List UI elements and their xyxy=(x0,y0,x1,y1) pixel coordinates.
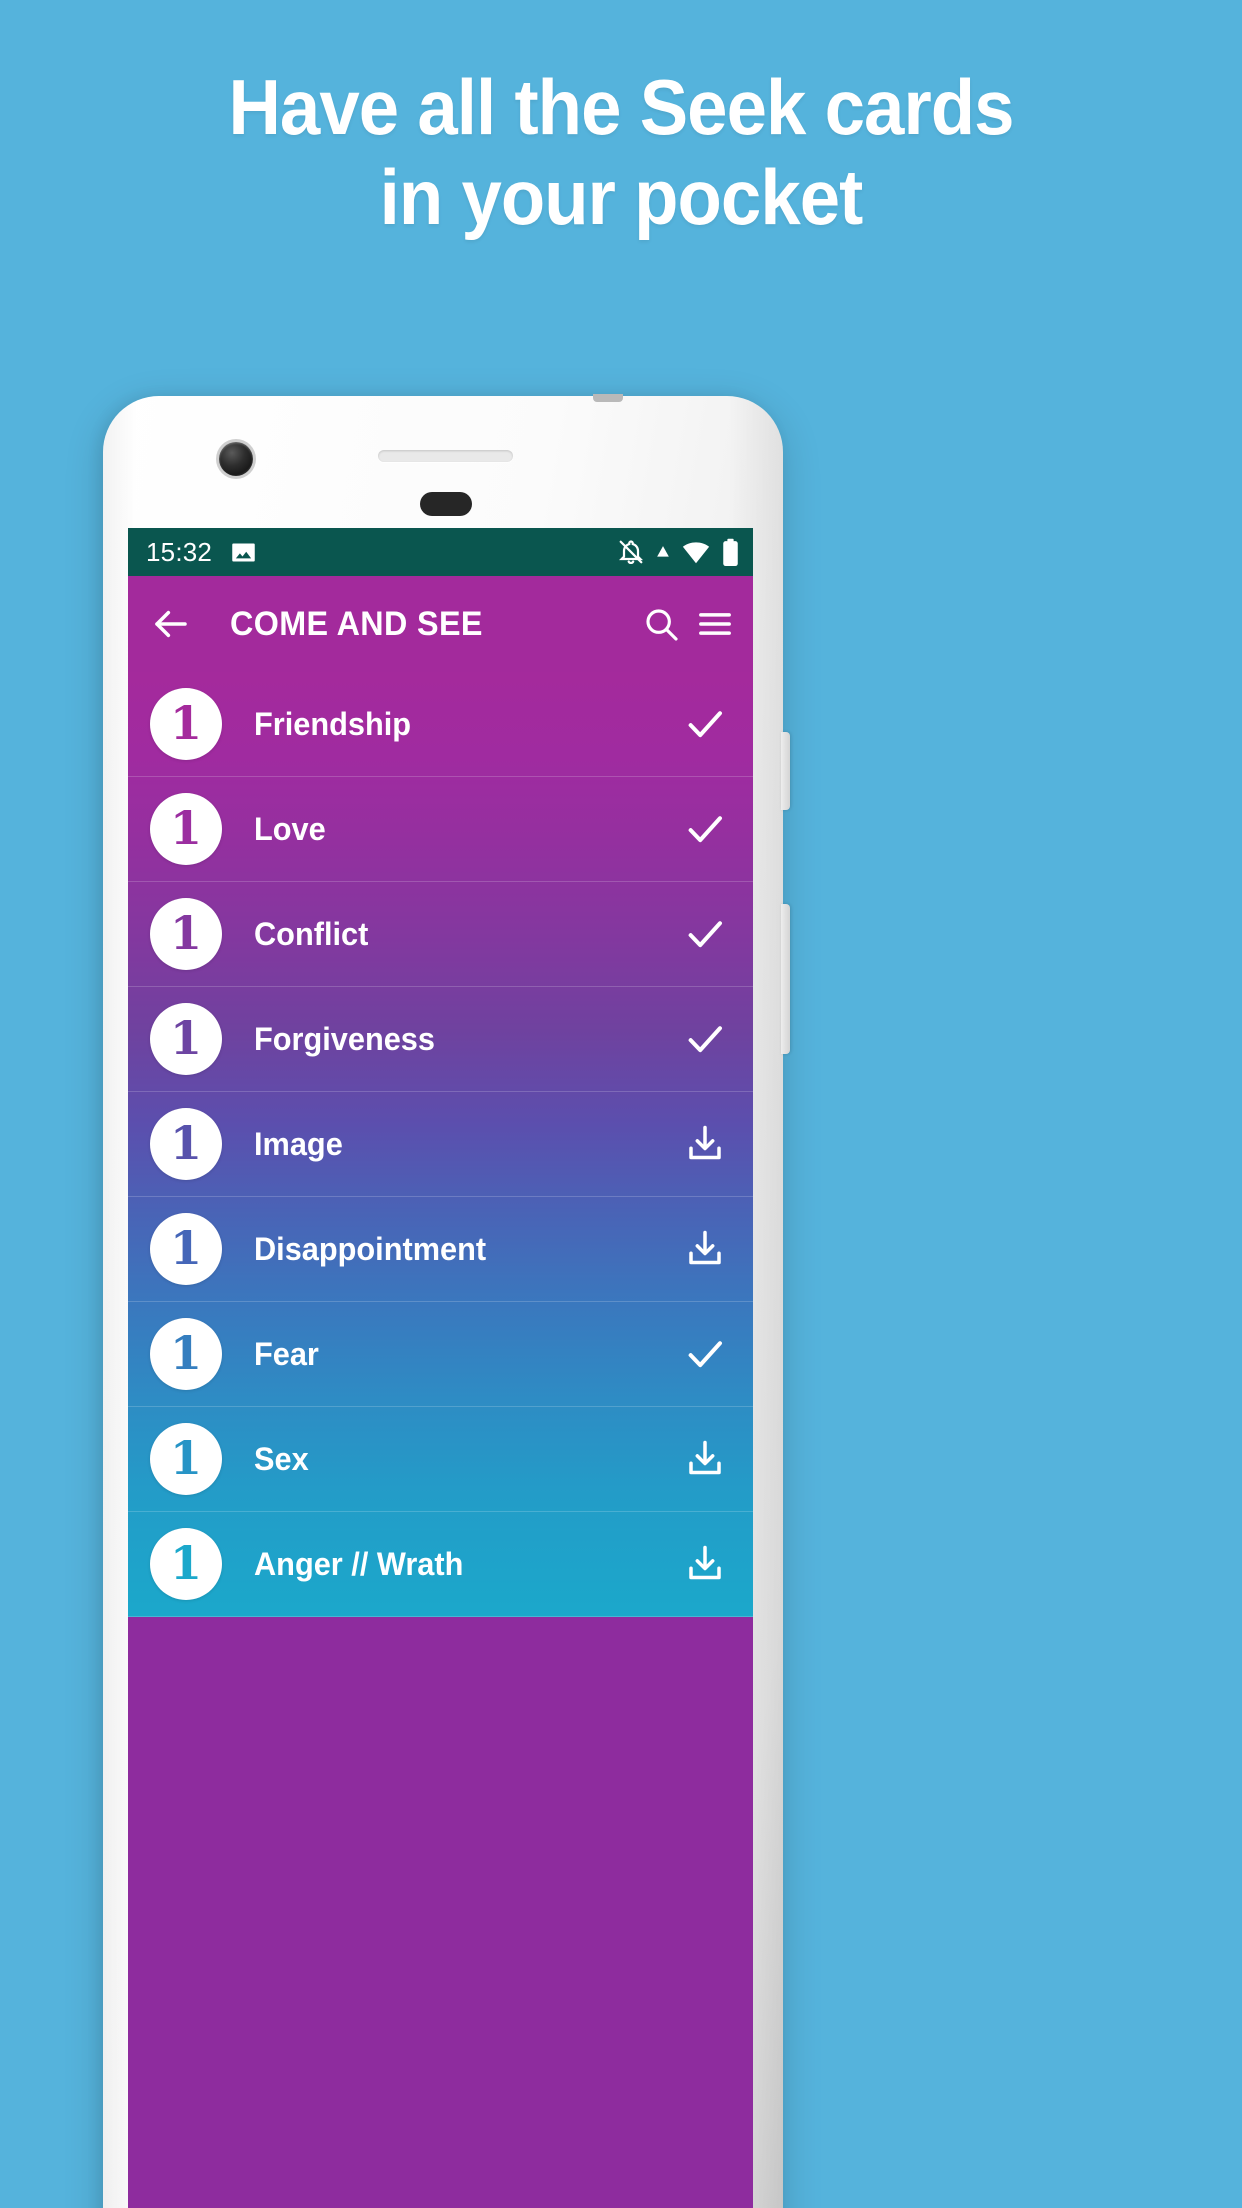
card-number-label: 1 xyxy=(169,801,202,855)
card-number-avatar: 1 xyxy=(150,1003,222,1075)
promo-headline: Have all the Seek cards in your pocket xyxy=(43,62,1198,242)
download-icon[interactable] xyxy=(679,1118,731,1170)
power-button[interactable] xyxy=(781,732,790,810)
download-icon[interactable] xyxy=(679,1538,731,1590)
back-arrow-icon[interactable] xyxy=(150,603,192,645)
status-bar: 15:32 xyxy=(128,528,753,576)
headline-line-2: in your pocket xyxy=(379,153,864,241)
proximity-sensor-icon xyxy=(420,492,472,516)
list-item[interactable]: 1 Conflict xyxy=(128,882,753,987)
status-bar-system-icons xyxy=(617,537,739,567)
download-icon[interactable] xyxy=(679,1223,731,1275)
status-bar-notification-icons xyxy=(230,539,257,566)
image-notification-icon xyxy=(230,539,257,566)
check-icon[interactable] xyxy=(679,803,731,855)
list-item[interactable]: 1 Forgiveness xyxy=(128,987,753,1092)
list-item-label: Conflict xyxy=(254,915,369,952)
list-item-label: Fear xyxy=(254,1335,319,1372)
card-number-label: 1 xyxy=(169,1221,202,1275)
card-number-avatar: 1 xyxy=(150,1213,222,1285)
list-item-label: Sex xyxy=(254,1440,309,1477)
battery-icon xyxy=(722,538,739,567)
list-item[interactable]: 1 Fear xyxy=(128,1302,753,1407)
card-number-avatar: 1 xyxy=(150,1423,222,1495)
check-icon[interactable] xyxy=(679,698,731,750)
card-number-avatar: 1 xyxy=(150,793,222,865)
phone-mockup: 15:32 COME AND SEE 1 Friendship 1 Love 1… xyxy=(103,394,790,2208)
download-icon[interactable] xyxy=(679,1433,731,1485)
card-number-avatar: 1 xyxy=(150,1528,222,1600)
phone-screen: 15:32 COME AND SEE 1 Friendship 1 Love 1… xyxy=(128,528,753,2208)
list-item-label: Image xyxy=(254,1125,343,1162)
list-item-label: Anger // Wrath xyxy=(254,1545,464,1582)
list-item[interactable]: 1 Anger // Wrath xyxy=(128,1512,753,1617)
phone-top-antenna-line xyxy=(593,394,623,402)
headline-line-1: Have all the Seek cards xyxy=(228,63,1014,151)
list-item-label: Disappointment xyxy=(254,1230,487,1267)
list-item[interactable]: 1 Disappointment xyxy=(128,1197,753,1302)
wifi-icon xyxy=(681,537,711,567)
list-item[interactable]: 1 Love xyxy=(128,777,753,882)
camera-icon xyxy=(219,442,253,476)
signal-triangle-icon xyxy=(656,545,670,559)
list-item[interactable]: 1 Friendship xyxy=(128,672,753,777)
search-icon[interactable] xyxy=(641,604,681,644)
list-item[interactable]: 1 Image xyxy=(128,1092,753,1197)
status-bar-clock: 15:32 xyxy=(146,536,213,567)
card-number-avatar: 1 xyxy=(150,1108,222,1180)
bell-off-icon xyxy=(617,538,645,566)
card-number-label: 1 xyxy=(169,1011,202,1065)
card-number-label: 1 xyxy=(169,906,202,960)
check-icon[interactable] xyxy=(679,908,731,960)
check-icon[interactable] xyxy=(679,1328,731,1380)
card-list: 1 Friendship 1 Love 1 Conflict 1 Forgiveness 1 Im… xyxy=(128,672,753,1617)
list-item-label: Friendship xyxy=(254,705,412,742)
list-item-label: Forgiveness xyxy=(254,1020,435,1057)
list-item-label: Love xyxy=(254,810,326,847)
earpiece-speaker-icon xyxy=(378,450,513,462)
app-bar: COME AND SEE xyxy=(128,576,753,672)
card-number-avatar: 1 xyxy=(150,1318,222,1390)
card-number-avatar: 1 xyxy=(150,898,222,970)
page-title: COME AND SEE xyxy=(230,604,483,643)
check-icon[interactable] xyxy=(679,1013,731,1065)
hamburger-menu-icon[interactable] xyxy=(695,604,735,644)
card-number-label: 1 xyxy=(169,1326,202,1380)
card-number-label: 1 xyxy=(169,1536,202,1590)
list-item[interactable]: 1 Sex xyxy=(128,1407,753,1512)
card-number-label: 1 xyxy=(169,1431,202,1485)
volume-button[interactable] xyxy=(781,904,790,1054)
card-number-label: 1 xyxy=(169,1116,202,1170)
card-number-label: 1 xyxy=(169,696,202,750)
card-number-avatar: 1 xyxy=(150,688,222,760)
